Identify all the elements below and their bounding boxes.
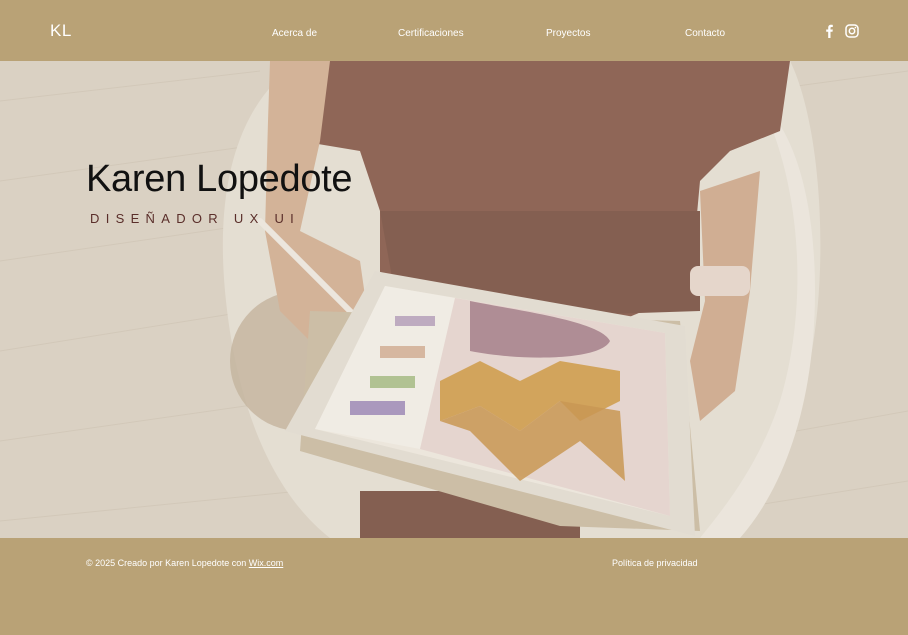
nav-item-acerca-de[interactable]: Acerca de	[272, 28, 317, 39]
copyright-text: © 2025 Creado por Karen Lopedote con Wix…	[86, 558, 283, 568]
hero-background-photo	[0, 61, 908, 538]
hero-subtitle: DISEÑADOR UX UI	[90, 211, 301, 226]
privacy-policy-link[interactable]: Política de privacidad	[612, 558, 698, 568]
site-header: KL Acerca de Certificaciones Proyectos C…	[0, 0, 908, 61]
nav-item-contacto[interactable]: Contacto	[685, 28, 725, 39]
wix-link[interactable]: Wix.com	[249, 558, 284, 568]
instagram-icon[interactable]	[844, 23, 860, 39]
nav-item-certificaciones[interactable]: Certificaciones	[398, 28, 464, 39]
copyright-prefix: © 2025 Creado por Karen Lopedote con	[86, 558, 249, 568]
hero-section: Karen Lopedote DISEÑADOR UX UI	[0, 61, 908, 538]
hero-title: Karen Lopedote	[86, 158, 353, 200]
nav-item-proyectos[interactable]: Proyectos	[546, 28, 590, 39]
site-logo[interactable]: KL	[50, 21, 72, 41]
facebook-icon[interactable]	[821, 23, 837, 39]
site-footer: © 2025 Creado por Karen Lopedote con Wix…	[0, 538, 908, 635]
